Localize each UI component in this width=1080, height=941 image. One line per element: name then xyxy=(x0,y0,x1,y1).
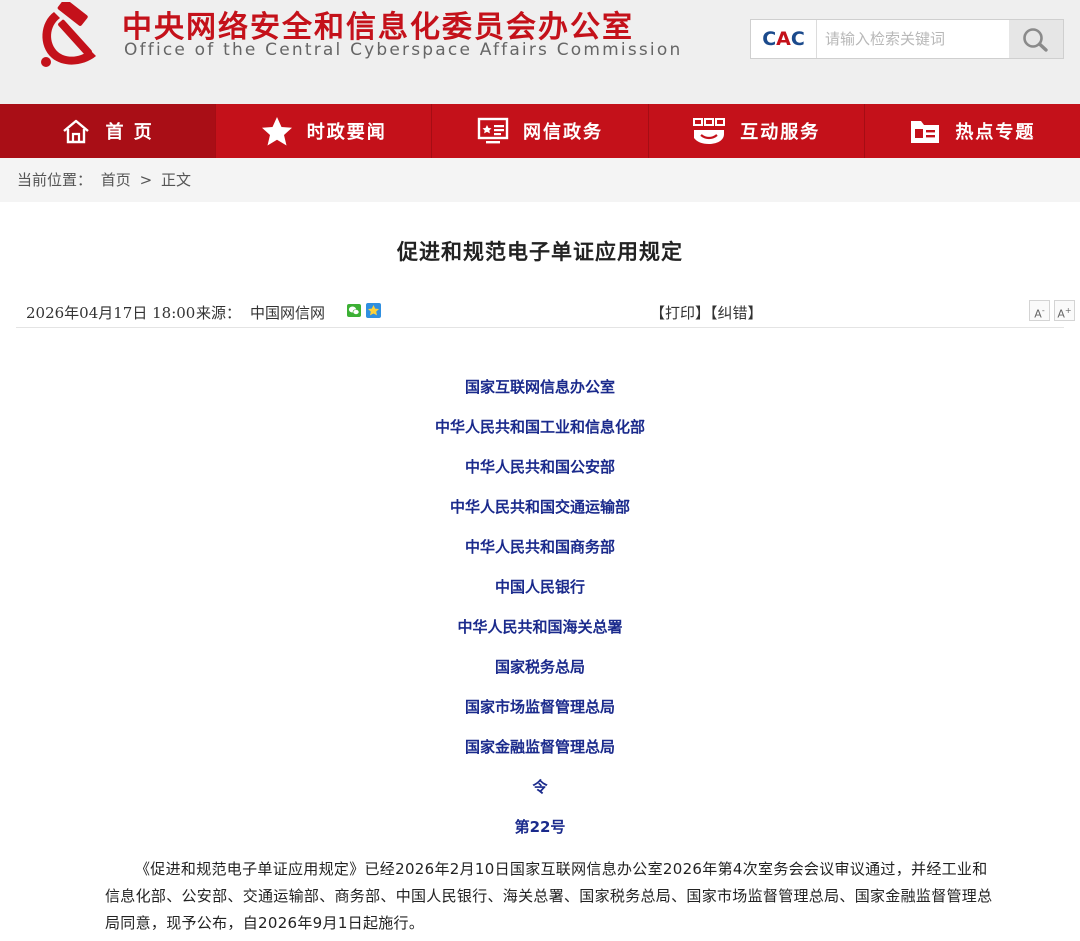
wechat-share-icon[interactable] xyxy=(347,304,361,317)
issuer-line: 中华人民共和国商务部 xyxy=(464,538,615,556)
article-title: 促进和规范电子单证应用规定 xyxy=(397,240,683,264)
decree-number: 第22号 xyxy=(514,818,566,836)
meta-divider xyxy=(16,327,1064,328)
party-emblem-icon xyxy=(41,2,96,67)
cac-logo: CAC xyxy=(751,20,817,58)
correction-link[interactable]: 【纠错】 xyxy=(710,304,763,322)
breadcrumb-separator: > xyxy=(139,171,153,189)
star-icon xyxy=(261,117,292,146)
main-nav: 首 页 时政要闻 网信政务 互动服务 热点专题 xyxy=(0,104,1080,158)
article-actions: 【打印】【纠错】 xyxy=(650,302,763,323)
issuer-list: 国家互联网信息办公室 中华人民共和国工业和信息化部 中华人民共和国公安部 中华人… xyxy=(0,376,1080,856)
search-input[interactable] xyxy=(825,26,1005,52)
site-header: 中央网络安全和信息化委员会办公室 Office of the Central C… xyxy=(0,0,1080,104)
search-button[interactable] xyxy=(1009,20,1063,58)
qzone-share-icon[interactable] xyxy=(366,303,381,318)
nav-item-home[interactable]: 首 页 xyxy=(0,104,217,158)
search-icon xyxy=(1023,28,1048,52)
font-larger-button[interactable]: A+ xyxy=(1054,300,1075,321)
article-date: 2026年04月17日 18:00 xyxy=(26,304,196,322)
print-link[interactable]: 【打印】 xyxy=(650,304,710,322)
breadcrumb-label: 当前位置： xyxy=(17,171,93,189)
breadcrumb-current: 正文 xyxy=(160,171,191,189)
breadcrumb: 当前位置： 首页 > 正文 xyxy=(0,158,1080,202)
site-subtitle: Office of the Central Cyberspace Affairs… xyxy=(124,40,683,60)
source-label: 来源： xyxy=(196,304,242,322)
nav-item-news[interactable]: 时政要闻 xyxy=(216,104,433,158)
issuer-line: 中华人民共和国交通运输部 xyxy=(449,498,630,516)
issuer-line: 中国人民银行 xyxy=(494,578,585,596)
nav-item-topics[interactable]: 热点专题 xyxy=(865,104,1080,158)
decree-label: 令 xyxy=(532,778,548,796)
interaction-icon xyxy=(693,118,726,144)
article-meta: 2026年04月17日 18:00 来源： 中国网信网 【打印】【纠错】 A- … xyxy=(26,300,1075,324)
nav-item-affairs[interactable]: 网信政务 xyxy=(432,104,649,158)
issuer-line: 国家市场监督管理总局 xyxy=(464,698,615,716)
issuer-line: 国家互联网信息办公室 xyxy=(464,378,615,396)
search-box: CAC xyxy=(750,19,1064,59)
article-source: 中国网信网 xyxy=(250,304,326,322)
folder-icon xyxy=(911,121,940,143)
article-body: 《促进和规范电子单证应用规定》已经2026年2月10日国家互联网信息办公室202… xyxy=(105,860,993,932)
issuer-line: 中华人民共和国海关总署 xyxy=(457,618,623,636)
issuer-line: 中华人民共和国公安部 xyxy=(464,458,615,476)
monitor-icon xyxy=(477,117,509,144)
home-icon xyxy=(63,119,90,144)
font-smaller-button[interactable]: A- xyxy=(1029,300,1050,321)
issuer-line: 国家税务总局 xyxy=(494,658,585,676)
issuer-line: 中华人民共和国工业和信息化部 xyxy=(434,418,645,436)
issuer-line: 国家金融监督管理总局 xyxy=(464,738,615,756)
breadcrumb-home-link[interactable]: 首页 xyxy=(101,171,131,189)
nav-item-interaction[interactable]: 互动服务 xyxy=(649,104,865,158)
